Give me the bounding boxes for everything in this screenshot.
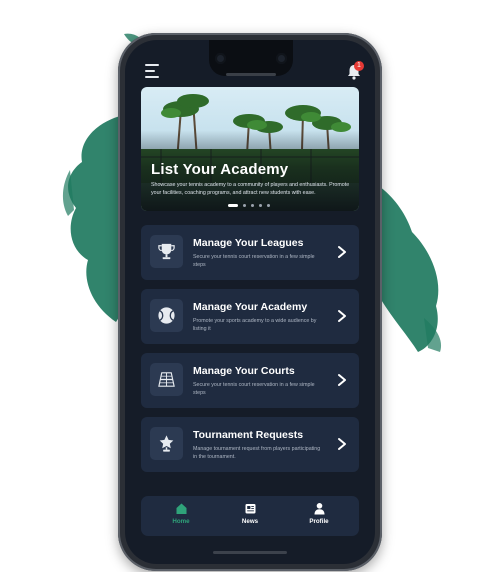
hero-banner[interactable]: List Your Academy Showcase your tennis a…: [141, 87, 359, 211]
card-description: Manage tournament request from players p…: [193, 446, 321, 460]
phone-notch: [209, 40, 293, 76]
hamburger-menu-icon[interactable]: [145, 64, 161, 78]
nav-news[interactable]: News: [225, 502, 275, 525]
hero-description: Showcase your tennis academy to a commun…: [151, 182, 350, 196]
card-description: Secure your tennis court reservation in …: [193, 382, 315, 396]
trophy-icon: [158, 243, 175, 260]
card-icon-container: [150, 299, 183, 332]
card-description: Promote your sports academy to a wide au…: [193, 318, 317, 332]
card-description: Secure your tennis court reservation in …: [193, 254, 315, 268]
front-sensor-icon: [276, 53, 287, 64]
carousel-dot-3[interactable]: [251, 204, 254, 207]
card-manage-academy[interactable]: Manage Your Academy Promote your sports …: [141, 289, 359, 344]
card-title: Tournament Requests: [193, 429, 304, 441]
chevron-right-icon: [338, 438, 346, 450]
card-icon-container: [150, 427, 183, 460]
carousel-dot-2[interactable]: [243, 204, 246, 207]
carousel-dot-4[interactable]: [259, 204, 262, 207]
card-title: Manage Your Courts: [193, 365, 295, 377]
bottom-navigation: Home News Profile: [141, 496, 359, 536]
star-trophy-icon: [159, 435, 174, 452]
chevron-right-icon: [338, 246, 346, 258]
profile-icon: [314, 503, 324, 515]
card-title: Manage Your Leagues: [193, 237, 304, 249]
earpiece-speaker: [226, 73, 276, 76]
carousel-dot-5[interactable]: [267, 204, 270, 207]
notification-badge: 1: [354, 61, 364, 71]
card-title: Manage Your Academy: [193, 301, 308, 313]
hero-title: List Your Academy: [151, 161, 289, 178]
phone-screen: 1 List Your Academy Showcase your tennis…: [125, 40, 375, 564]
news-icon: [245, 504, 255, 514]
chevron-right-icon: [338, 310, 346, 322]
tennis-ball-icon: [158, 307, 175, 324]
chevron-right-icon: [338, 374, 346, 386]
nav-profile-label: Profile: [309, 518, 329, 525]
card-manage-courts[interactable]: Manage Your Courts Secure your tennis co…: [141, 353, 359, 408]
nav-home-label: Home: [172, 518, 190, 525]
carousel-dot-1[interactable]: [228, 204, 238, 207]
nav-news-label: News: [241, 518, 259, 525]
nav-profile[interactable]: Profile: [294, 502, 344, 525]
card-tournament-requests[interactable]: Tournament Requests Manage tournament re…: [141, 417, 359, 472]
card-icon-container: [150, 235, 183, 268]
card-manage-leagues[interactable]: Manage Your Leagues Secure your tennis c…: [141, 225, 359, 280]
home-icon: [176, 503, 186, 514]
nav-home[interactable]: Home: [156, 502, 206, 525]
home-indicator-bar[interactable]: [213, 551, 287, 554]
front-camera-icon: [215, 53, 226, 64]
tennis-court-icon: [158, 372, 175, 387]
card-icon-container: [150, 363, 183, 396]
